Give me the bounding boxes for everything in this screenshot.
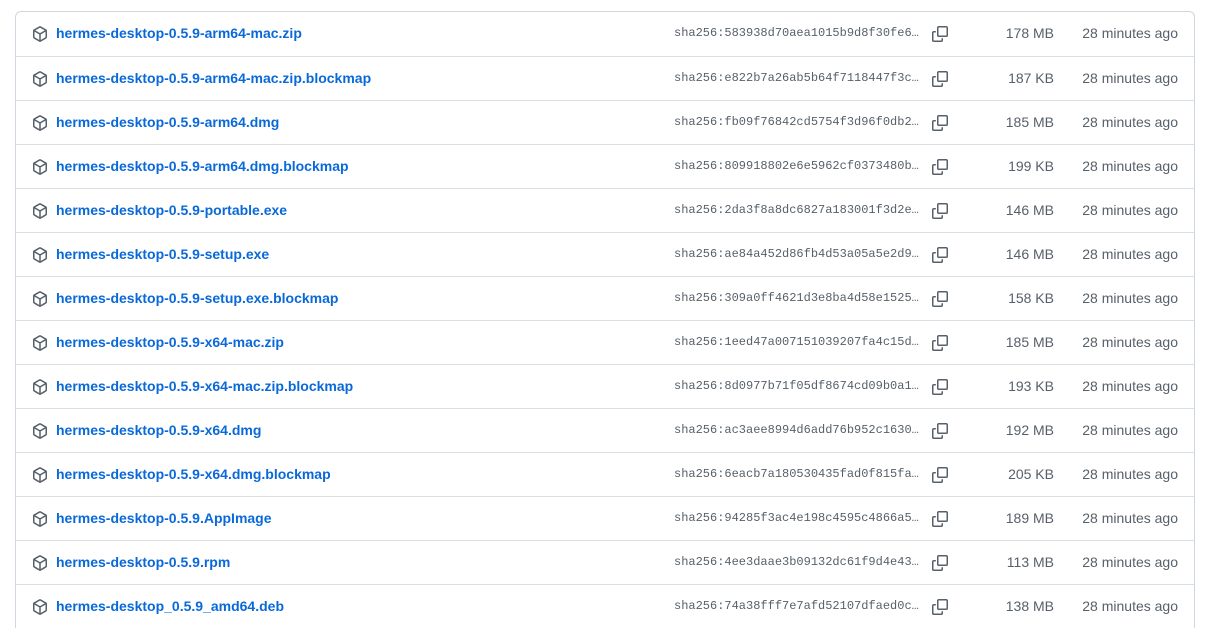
- asset-row: hermes-desktop-0.5.9-arm64-mac.zip sha25…: [16, 12, 1194, 56]
- asset-timestamp: 28 minutes ago: [1082, 290, 1178, 306]
- copy-icon[interactable]: [930, 245, 950, 265]
- asset-size: 146 MB: [1005, 246, 1054, 262]
- asset-size: 205 KB: [1008, 466, 1054, 482]
- asset-name-link[interactable]: hermes-desktop-0.5.9-x64.dmg: [56, 409, 261, 452]
- asset-size: 189 MB: [1005, 510, 1054, 526]
- asset-timestamp: 28 minutes ago: [1082, 202, 1178, 218]
- asset-sha256: sha256:809918802e6e5962cf0373480be60…: [674, 159, 919, 173]
- asset-timestamp: 28 minutes ago: [1082, 25, 1178, 41]
- asset-name-link[interactable]: hermes-desktop-0.5.9.rpm: [56, 541, 230, 584]
- asset-size: 187 KB: [1008, 70, 1054, 86]
- asset-size: 113 MB: [1006, 554, 1054, 570]
- asset-sha256: sha256:1eed47a007151039207fa4c15d79b…: [674, 335, 919, 349]
- asset-timestamp: 28 minutes ago: [1082, 158, 1178, 174]
- asset-row: hermes-desktop-0.5.9-setup.exe.blockmap …: [16, 276, 1194, 320]
- asset-row: hermes-desktop-0.5.9.rpm sha256:4ee3daae…: [16, 540, 1194, 584]
- asset-timestamp: 28 minutes ago: [1082, 466, 1178, 482]
- asset-name-link[interactable]: hermes-desktop-0.5.9-arm64-mac.zip: [56, 12, 302, 55]
- asset-size: 185 MB: [1005, 334, 1054, 350]
- asset-sha256: sha256:583938d70aea1015b9d8f30fe69dc…: [674, 26, 919, 40]
- asset-timestamp: 28 minutes ago: [1082, 378, 1178, 394]
- copy-icon[interactable]: [930, 553, 950, 573]
- package-icon: [32, 115, 48, 131]
- copy-icon[interactable]: [930, 69, 950, 89]
- package-icon: [32, 379, 48, 395]
- package-icon: [32, 247, 48, 263]
- asset-sha256: sha256:ae84a452d86fb4d53a05a5e2d9367…: [674, 247, 919, 261]
- asset-row: hermes-desktop-0.5.9-x64.dmg sha256:ac3a…: [16, 408, 1194, 452]
- copy-icon[interactable]: [930, 465, 950, 485]
- asset-name-link[interactable]: hermes-desktop-0.5.9-arm64.dmg.blockmap: [56, 145, 349, 188]
- asset-name-link[interactable]: hermes-desktop-0.5.9-x64.dmg.blockmap: [56, 453, 331, 496]
- package-icon: [32, 423, 48, 439]
- package-icon: [32, 467, 48, 483]
- copy-icon[interactable]: [930, 421, 950, 441]
- asset-timestamp: 28 minutes ago: [1082, 334, 1178, 350]
- asset-name-link[interactable]: hermes-desktop-0.5.9-setup.exe: [56, 233, 269, 276]
- asset-name-link[interactable]: hermes-desktop-0.5.9-arm64.dmg: [56, 101, 279, 144]
- copy-icon[interactable]: [930, 597, 950, 617]
- package-icon: [32, 555, 48, 571]
- asset-size: 178 MB: [1005, 25, 1054, 41]
- copy-icon[interactable]: [930, 113, 950, 133]
- asset-sha256: sha256:4ee3daae3b09132dc61f9d4e43302…: [674, 555, 919, 569]
- asset-name-link[interactable]: hermes-desktop_0.5.9_amd64.deb: [56, 585, 284, 628]
- asset-row: hermes-desktop-0.5.9.AppImage sha256:942…: [16, 496, 1194, 540]
- package-icon: [32, 511, 48, 527]
- asset-row: hermes-desktop-0.5.9-x64-mac.zip sha256:…: [16, 320, 1194, 364]
- asset-name-link[interactable]: hermes-desktop-0.5.9-portable.exe: [56, 189, 287, 232]
- asset-timestamp: 28 minutes ago: [1082, 554, 1178, 570]
- asset-row: hermes-desktop-0.5.9-x64.dmg.blockmap sh…: [16, 452, 1194, 496]
- copy-icon[interactable]: [930, 157, 950, 177]
- asset-row: hermes-desktop-0.5.9-arm64.dmg.blockmap …: [16, 144, 1194, 188]
- asset-size: 146 MB: [1005, 202, 1054, 218]
- asset-sha256: sha256:8d0977b71f05df8674cd09b0a15aa…: [674, 379, 919, 393]
- asset-name-link[interactable]: hermes-desktop-0.5.9.AppImage: [56, 497, 272, 540]
- asset-timestamp: 28 minutes ago: [1082, 114, 1178, 130]
- asset-name-link[interactable]: hermes-desktop-0.5.9-setup.exe.blockmap: [56, 277, 338, 320]
- asset-size: 158 KB: [1008, 290, 1054, 306]
- package-icon: [32, 291, 48, 307]
- asset-sha256: sha256:309a0ff4621d3e8ba4d58e1525186…: [674, 291, 919, 305]
- asset-sha256: sha256:ac3aee8994d6add76b952c16307b5…: [674, 423, 919, 437]
- asset-row: hermes-desktop-0.5.9-setup.exe sha256:ae…: [16, 232, 1194, 276]
- asset-timestamp: 28 minutes ago: [1082, 422, 1178, 438]
- package-icon: [32, 335, 48, 351]
- asset-name-link[interactable]: hermes-desktop-0.5.9-x64-mac.zip.blockma…: [56, 365, 353, 408]
- asset-size: 185 MB: [1005, 114, 1054, 130]
- release-assets-list: hermes-desktop-0.5.9-arm64-mac.zip sha25…: [15, 11, 1195, 628]
- asset-size: 193 KB: [1008, 378, 1054, 394]
- asset-sha256: sha256:2da3f8a8dc6827a183001f3d2e3fd…: [674, 203, 919, 217]
- asset-row: hermes-desktop_0.5.9_amd64.deb sha256:74…: [16, 584, 1194, 628]
- asset-size: 138 MB: [1005, 598, 1054, 614]
- asset-row: hermes-desktop-0.5.9-portable.exe sha256…: [16, 188, 1194, 232]
- asset-timestamp: 28 minutes ago: [1082, 510, 1178, 526]
- package-icon: [32, 159, 48, 175]
- asset-timestamp: 28 minutes ago: [1082, 70, 1178, 86]
- asset-name-link[interactable]: hermes-desktop-0.5.9-x64-mac.zip: [56, 321, 284, 364]
- copy-icon[interactable]: [930, 289, 950, 309]
- asset-row: hermes-desktop-0.5.9-arm64.dmg sha256:fb…: [16, 100, 1194, 144]
- package-icon: [32, 203, 48, 219]
- asset-timestamp: 28 minutes ago: [1082, 598, 1178, 614]
- copy-icon[interactable]: [930, 377, 950, 397]
- copy-icon[interactable]: [930, 509, 950, 529]
- asset-row: hermes-desktop-0.5.9-arm64-mac.zip.block…: [16, 56, 1194, 100]
- asset-sha256: sha256:94285f3ac4e198c4595c4866a56e0…: [674, 511, 919, 525]
- asset-name-link[interactable]: hermes-desktop-0.5.9-arm64-mac.zip.block…: [56, 57, 371, 100]
- asset-size: 192 MB: [1005, 422, 1054, 438]
- copy-icon[interactable]: [930, 333, 950, 353]
- asset-timestamp: 28 minutes ago: [1082, 246, 1178, 262]
- asset-sha256: sha256:e822b7a26ab5b64f7118447f3c088…: [674, 71, 919, 85]
- package-icon: [32, 26, 48, 42]
- asset-size: 199 KB: [1008, 158, 1054, 174]
- package-icon: [32, 599, 48, 615]
- asset-row: hermes-desktop-0.5.9-x64-mac.zip.blockma…: [16, 364, 1194, 408]
- asset-sha256: sha256:74a38fff7e7afd52107dfaed0c20d…: [674, 599, 919, 613]
- package-icon: [32, 71, 48, 87]
- asset-sha256: sha256:fb09f76842cd5754f3d96f0db2103…: [674, 115, 919, 129]
- copy-icon[interactable]: [930, 24, 950, 44]
- copy-icon[interactable]: [930, 201, 950, 221]
- asset-sha256: sha256:6eacb7a180530435fad0f815fac79…: [674, 467, 919, 481]
